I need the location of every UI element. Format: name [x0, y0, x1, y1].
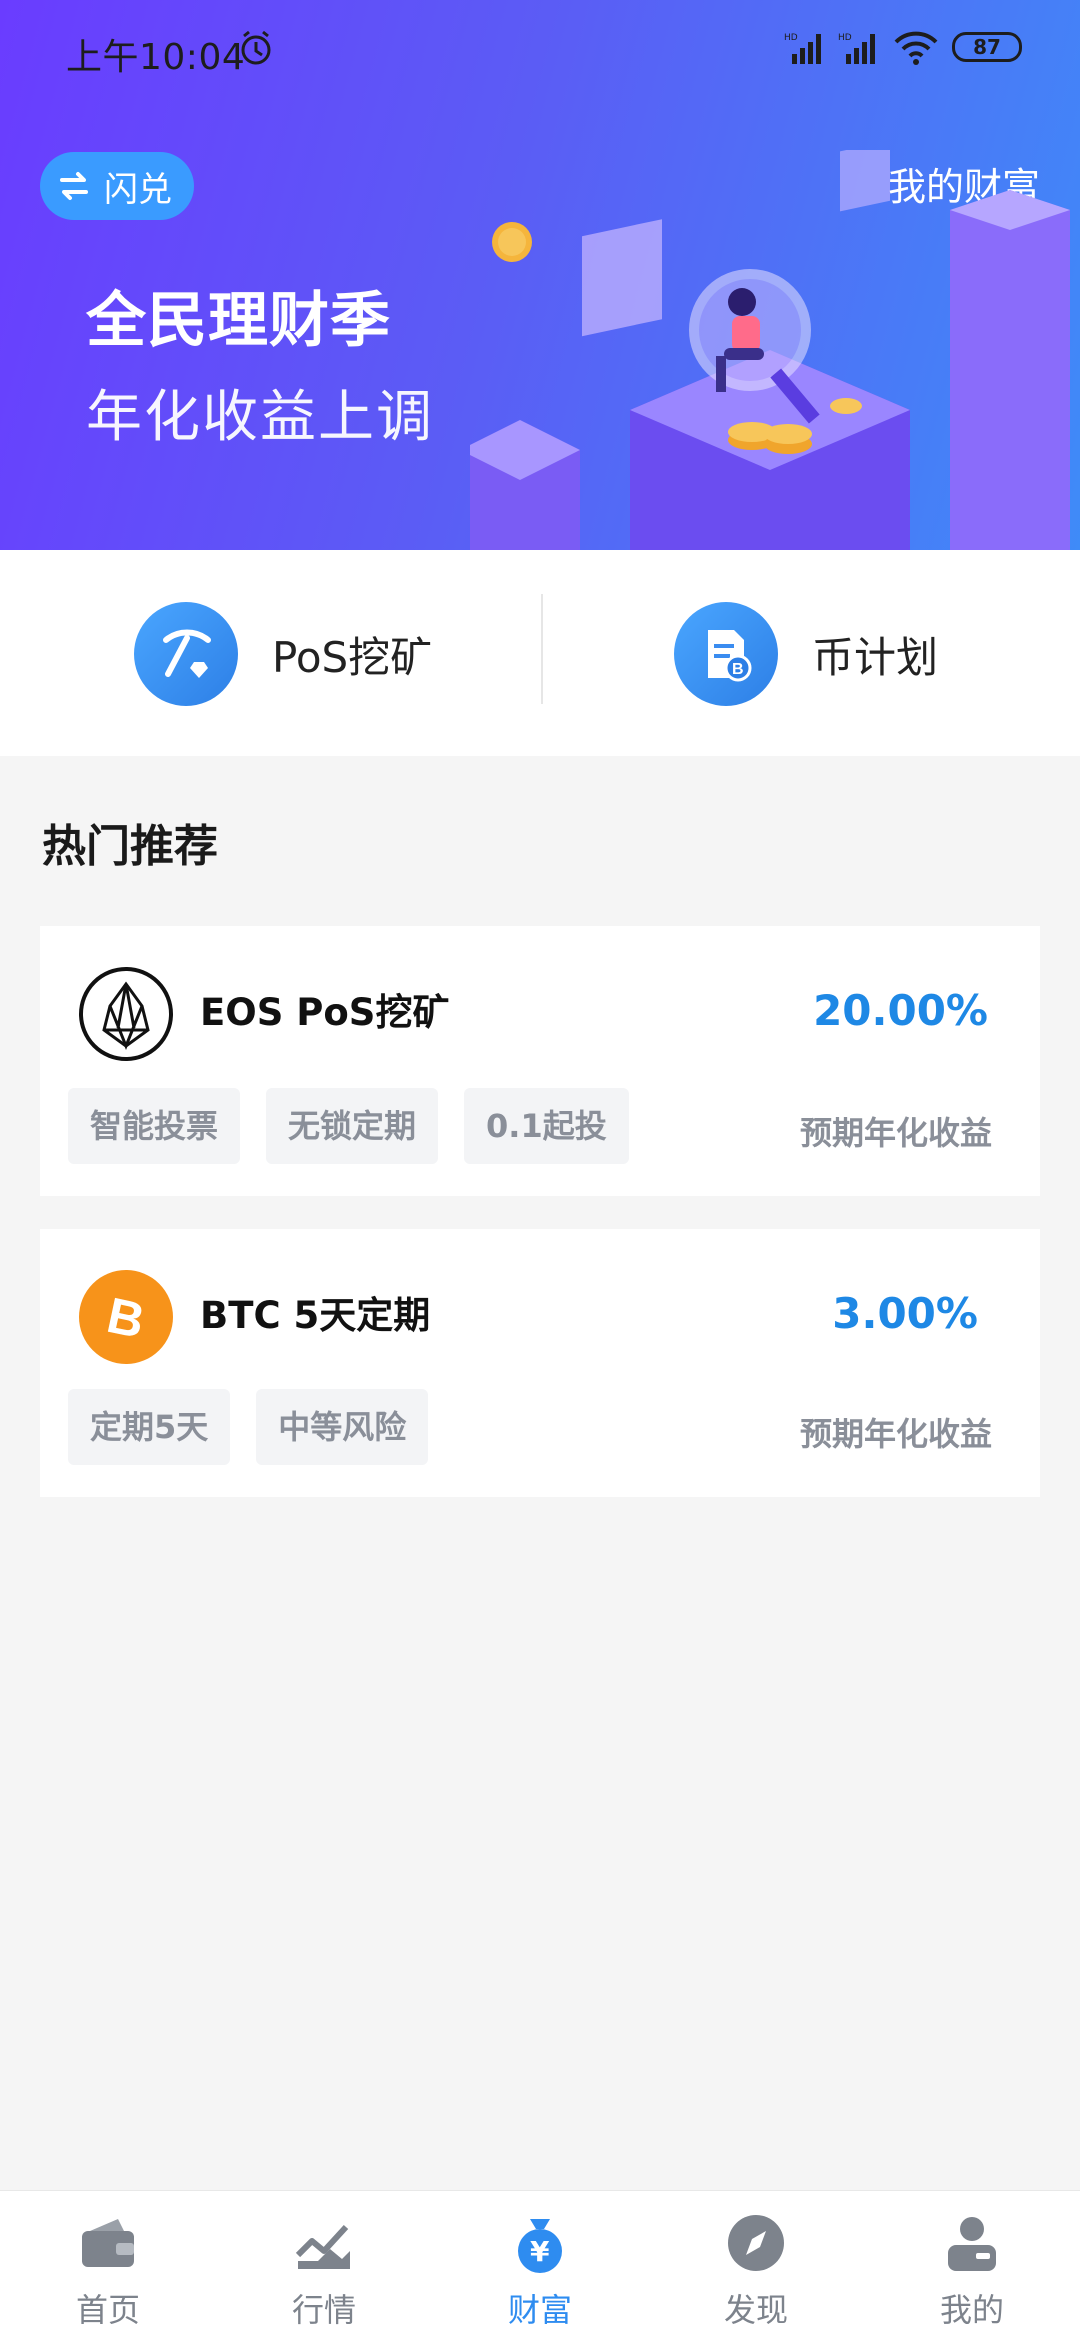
svg-text:HD: HD — [784, 33, 798, 43]
hot-recommend-title: 热门推荐 — [42, 821, 218, 872]
bottom-tab-bar: 首页 行情 ¥ 财富 发现 我的 — [0, 2190, 1080, 2340]
product-rate-note: 预期年化收益 — [799, 1114, 992, 1152]
coin-plan-entry[interactable]: B 币计划 — [674, 602, 938, 706]
product-tag: 0.1起投 — [464, 1088, 629, 1164]
svg-text:¥: ¥ — [530, 2235, 550, 2268]
tab-me[interactable]: 我的 — [892, 2211, 1052, 2331]
finance-illustration — [470, 150, 1070, 550]
status-bar: 上午10:04 HD HD 87 — [0, 0, 1080, 96]
product-tag: 无锁定期 — [266, 1088, 439, 1164]
product-rate-note: 预期年化收益 — [799, 1415, 992, 1453]
tab-label: 财富 — [507, 2291, 572, 2329]
battery-indicator: 87 — [952, 32, 1022, 62]
flash-exchange-button[interactable]: 闪兑 — [40, 152, 194, 220]
product-tag: 中等风险 — [256, 1389, 429, 1465]
tab-home[interactable]: 首页 — [28, 2211, 188, 2331]
product-tag: 智能投票 — [68, 1088, 241, 1164]
product-rate: 20.00% — [813, 986, 988, 1035]
signal-icon: HD — [784, 33, 821, 64]
bitcoin-logo: B — [79, 1270, 173, 1364]
banner-title: 全民理财季 — [86, 286, 391, 356]
product-tags: 智能投票 无锁定期 0.1起投 — [68, 1088, 655, 1164]
eos-logo — [79, 967, 173, 1061]
product-name: BTC 5天定期 — [200, 1294, 431, 1337]
product-card-btc[interactable]: B BTC 5天定期 3.00% 定期5天 中等风险 预期年化收益 — [40, 1229, 1040, 1497]
signal-icon-2: HD — [838, 33, 875, 64]
tab-wealth[interactable]: ¥ 财富 — [460, 2211, 620, 2331]
quick-actions: PoS挖矿 B 币计划 — [0, 550, 1080, 756]
product-card-eos[interactable]: EOS PoS挖矿 20.00% 智能投票 无锁定期 0.1起投 预期年化收益 — [40, 926, 1040, 1196]
wifi-icon — [894, 31, 938, 65]
alarm-icon — [241, 30, 271, 65]
pos-mining-entry[interactable]: PoS挖矿 — [134, 602, 432, 706]
swap-icon — [60, 172, 88, 200]
tab-label: 我的 — [939, 2291, 1004, 2329]
coin-plan-label: 币计划 — [812, 632, 939, 682]
wealth-screen: 上午10:04 HD HD 87 闪兑 我的财富 全民理财季 年化收益上调 Po… — [0, 0, 1080, 2340]
tab-discover[interactable]: 发现 — [676, 2211, 836, 2331]
promo-banner[interactable]: 上午10:04 HD HD 87 闪兑 我的财富 全民理财季 年化收益上调 — [0, 0, 1080, 550]
compass-icon — [728, 2215, 784, 2271]
product-tag: 定期5天 — [68, 1389, 231, 1465]
product-tags: 定期5天 中等风险 — [68, 1389, 454, 1465]
tab-market[interactable]: 行情 — [244, 2211, 404, 2331]
tab-label: 发现 — [723, 2291, 788, 2329]
svg-text:HD: HD — [838, 33, 852, 43]
tab-label: 行情 — [291, 2291, 356, 2329]
product-rate: 3.00% — [832, 1289, 978, 1338]
pickaxe-icon — [134, 602, 238, 706]
pos-mining-label: PoS挖矿 — [272, 632, 433, 682]
profile-icon — [948, 2217, 996, 2271]
banner-subtitle: 年化收益上调 — [86, 385, 434, 450]
product-name: EOS PoS挖矿 — [200, 991, 450, 1034]
bitcoin-document-icon: B — [674, 602, 778, 706]
chart-icon — [295, 2224, 350, 2269]
wallet-icon — [82, 2219, 134, 2267]
svg-text:B: B — [732, 661, 744, 678]
flash-exchange-label: 闪兑 — [104, 169, 172, 210]
money-bag-icon: ¥ — [518, 2219, 562, 2273]
divider — [541, 594, 543, 704]
tab-label: 首页 — [75, 2291, 140, 2329]
status-time: 上午10:04 — [66, 37, 246, 78]
